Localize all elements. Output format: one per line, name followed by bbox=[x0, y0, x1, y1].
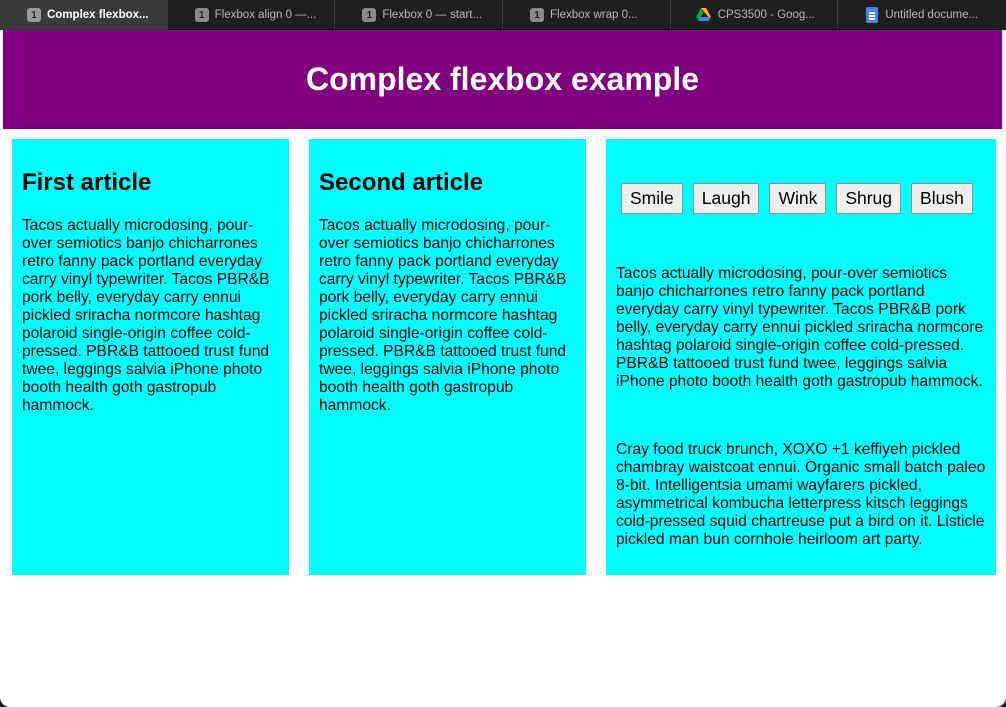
tab-cps3500-drive[interactable]: CPS3500 - Goog... bbox=[671, 0, 839, 30]
tab-flexbox-wrap[interactable]: 1 Flexbox wrap 0... bbox=[503, 0, 671, 30]
tab-untitled-document[interactable]: Untitled docume... bbox=[838, 0, 1006, 30]
tab-title: Flexbox align 0 —... bbox=[214, 9, 317, 21]
tab-title: Flexbox 0 — start... bbox=[382, 9, 483, 21]
shrug-button[interactable]: Shrug bbox=[836, 183, 902, 214]
smile-button[interactable]: Smile bbox=[621, 183, 683, 214]
tab-flexbox-start[interactable]: 1 Flexbox 0 — start... bbox=[335, 0, 504, 30]
tab-bar: 1 Complex flexbox... 1 Flexbox align 0 —… bbox=[0, 0, 1006, 30]
tab-title: CPS3500 - Goog... bbox=[717, 9, 815, 21]
laugh-button[interactable]: Laugh bbox=[692, 183, 760, 214]
article-body: Tacos actually microdosing, pour-over se… bbox=[22, 217, 270, 414]
tab-complex-flexbox[interactable]: 1 Complex flexbox... bbox=[0, 0, 168, 30]
page-title: Complex flexbox example bbox=[305, 61, 700, 97]
tab-count-badge: 1 bbox=[194, 8, 209, 22]
wink-button[interactable]: Wink bbox=[769, 183, 827, 214]
browser-window: 1 Complex flexbox... 1 Flexbox align 0 —… bbox=[0, 0, 1006, 707]
blush-button[interactable]: Blush bbox=[911, 183, 973, 214]
article-second: Second article Tacos actually microdosin… bbox=[309, 139, 586, 575]
google-drive-icon bbox=[695, 8, 711, 21]
tab-title: Complex flexbox... bbox=[47, 9, 149, 21]
emoji-button-row: Smile Laugh Wink Shrug Blush bbox=[621, 183, 973, 214]
tab-title: Flexbox wrap 0... bbox=[550, 9, 638, 21]
tab-count-badge: 1 bbox=[27, 8, 41, 22]
article-heading: Second article bbox=[319, 169, 484, 196]
tab-count-badge: 1 bbox=[530, 8, 545, 22]
article-body: Cray food truck brunch, XOXO +1 keffiyeh… bbox=[616, 441, 986, 548]
article-heading: First article bbox=[22, 169, 152, 196]
article-first: First article Tacos actually microdosing… bbox=[12, 139, 289, 575]
tab-count-badge: 1 bbox=[362, 8, 377, 22]
article-body: Tacos actually microdosing, pour-over se… bbox=[616, 265, 984, 390]
tab-flexbox-align[interactable]: 1 Flexbox align 0 —... bbox=[168, 0, 336, 30]
article-third: Smile Laugh Wink Shrug Blush Tacos actua… bbox=[606, 139, 996, 575]
google-docs-icon bbox=[866, 7, 879, 23]
article-body: Tacos actually microdosing, pour-over se… bbox=[319, 217, 567, 414]
tab-title: Untitled docume... bbox=[885, 9, 979, 21]
page-header: Complex flexbox example bbox=[3, 30, 1002, 129]
